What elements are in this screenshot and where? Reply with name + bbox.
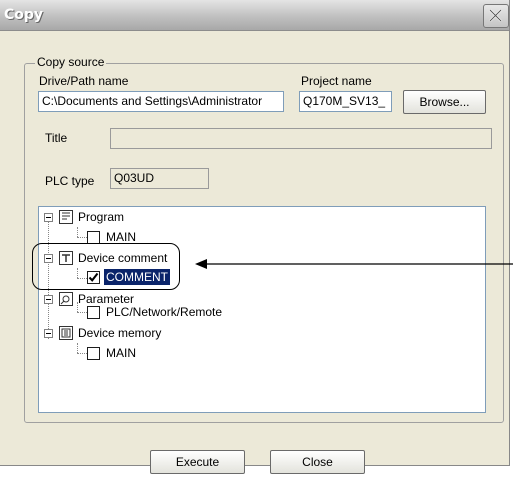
title-bar[interactable]: Copy bbox=[0, 0, 509, 31]
copy-source-legend: Copy source bbox=[35, 55, 107, 69]
plc-type-field: Q03UD bbox=[110, 168, 209, 189]
plc-network-remote-checkbox[interactable] bbox=[87, 306, 100, 319]
tree-label-device-memory: Device memory bbox=[78, 326, 162, 340]
device-memory-icon bbox=[59, 326, 73, 340]
collapse-icon[interactable] bbox=[44, 329, 53, 338]
program-icon bbox=[59, 210, 73, 224]
title-label: Title bbox=[45, 131, 68, 145]
parameter-icon bbox=[59, 292, 73, 306]
browse-button[interactable]: Browse... bbox=[403, 90, 486, 114]
title-field bbox=[110, 128, 492, 149]
close-button[interactable]: Close bbox=[270, 450, 365, 474]
execute-button[interactable]: Execute bbox=[150, 450, 245, 474]
close-window-button[interactable] bbox=[483, 4, 509, 28]
highlight-callout bbox=[32, 243, 180, 290]
close-icon bbox=[489, 9, 502, 22]
copy-dialog: Copy Copy source Drive/Path name C:\Docu… bbox=[0, 0, 510, 474]
tree-label-plc-network-remote: PLC/Network/Remote bbox=[106, 305, 223, 319]
tree-label-program: Program bbox=[78, 210, 125, 224]
tree-label-device-memory-main: MAIN bbox=[106, 346, 136, 360]
device-memory-main-checkbox[interactable] bbox=[87, 347, 100, 360]
copy-items-tree[interactable]: Program MAIN Device comment COMMENT Para… bbox=[38, 206, 486, 413]
drive-path-label: Drive/Path name bbox=[39, 74, 129, 88]
plc-type-label: PLC type bbox=[45, 174, 95, 188]
collapse-icon[interactable] bbox=[44, 213, 53, 222]
window-title: Copy bbox=[4, 7, 44, 23]
project-name-label: Project name bbox=[301, 74, 372, 88]
drive-path-field[interactable]: C:\Documents and Settings\Administrator bbox=[38, 91, 284, 112]
project-name-field[interactable]: Q170M_SV13_ bbox=[299, 91, 392, 112]
collapse-icon[interactable] bbox=[44, 295, 53, 304]
